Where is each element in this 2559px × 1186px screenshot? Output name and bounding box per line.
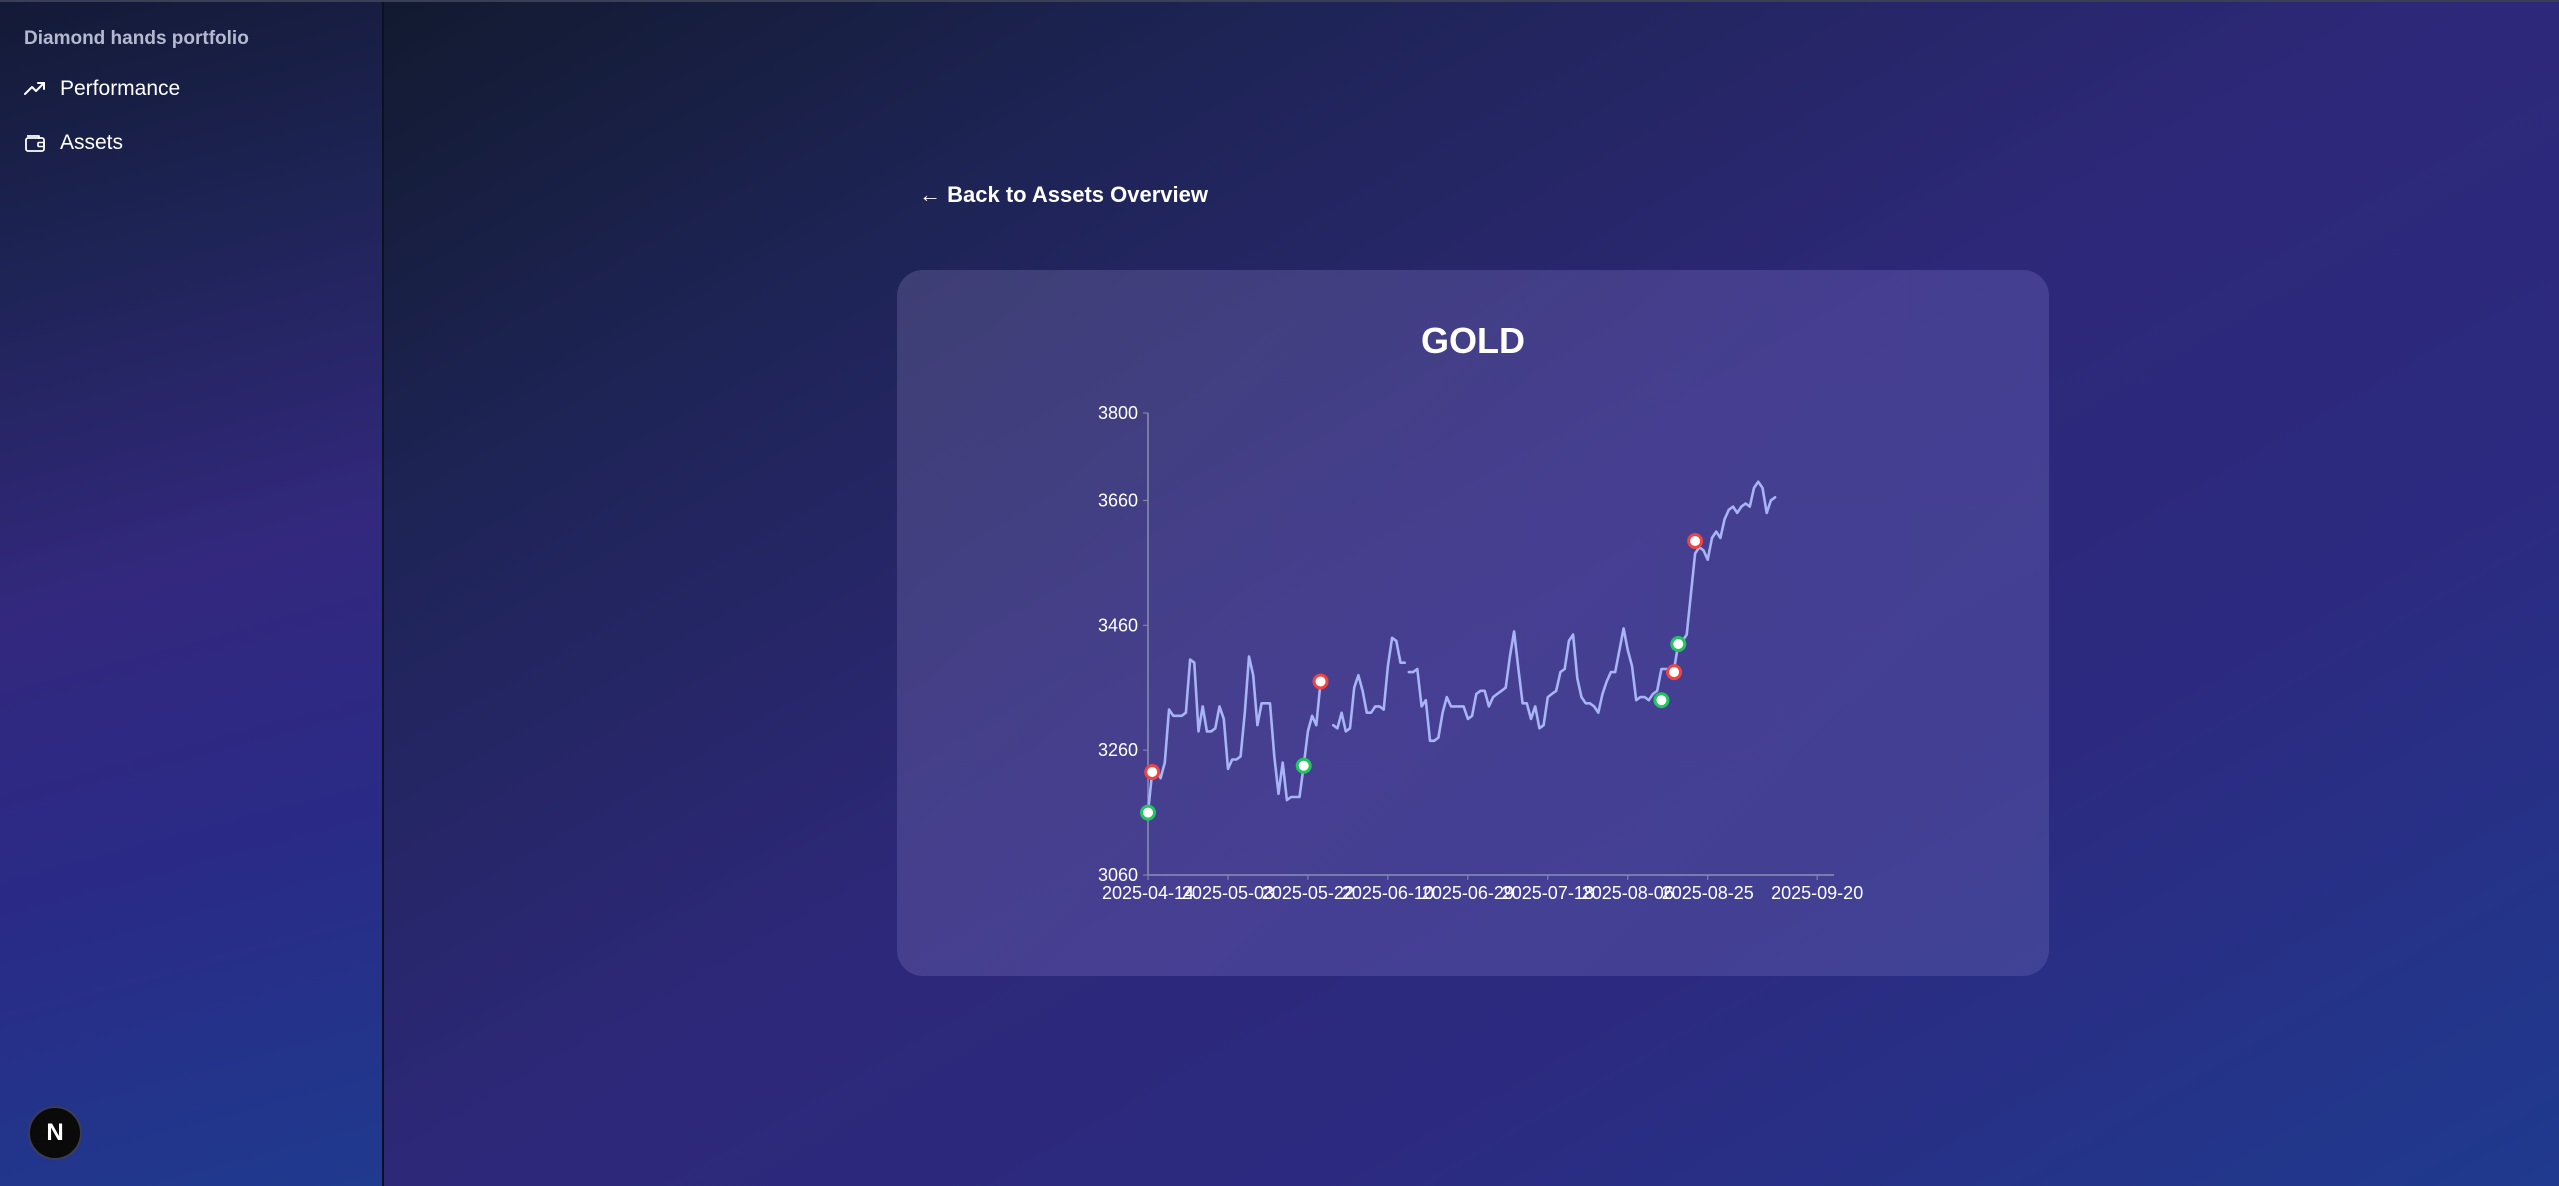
- sell-marker[interactable]: [1687, 532, 1704, 549]
- asset-chart-card: GOLD 3060 3260 3460 3660 3800 2025-04-14 2025-…: [897, 270, 2049, 976]
- x-tick-label: 2025-06-10: [1342, 883, 1434, 903]
- price-line-segment: [1331, 636, 1407, 733]
- price-line-segment: [1407, 480, 1777, 743]
- y-tick-label: 3800: [1098, 403, 1138, 423]
- price-chart: 3060 3260 3460 3660 3800 2025-04-142025-05-03…: [1098, 403, 1863, 903]
- x-tick-label: 2025-09-20: [1771, 883, 1863, 903]
- y-tick-label: 3460: [1098, 615, 1138, 635]
- wallet-icon: [24, 132, 50, 154]
- user-avatar[interactable]: N: [28, 1106, 82, 1160]
- buy-marker[interactable]: [1670, 636, 1687, 652]
- chart-markers: [1140, 532, 1704, 821]
- x-tick-label: 2025-08-06: [1582, 883, 1674, 903]
- x-tick-label: 2025-07-18: [1502, 883, 1594, 903]
- price-line-segment: [1146, 655, 1322, 814]
- x-tick-label: 2025-08-25: [1662, 883, 1754, 903]
- chart-axes: 3060 3260 3460 3660 3800 2025-04-142025-05-03…: [1098, 403, 1863, 903]
- sidebar-brand: Diamond hands portfolio: [24, 28, 249, 49]
- sidebar: Diamond hands portfolio Performance Asse…: [0, 2, 384, 1186]
- trending-up-icon: [24, 78, 50, 100]
- buy-marker[interactable]: [1140, 804, 1156, 821]
- sell-marker[interactable]: [1144, 763, 1161, 780]
- sidebar-item-label: Assets: [60, 131, 124, 154]
- x-tick-label: 2025-05-03: [1182, 883, 1274, 903]
- sidebar-item-performance[interactable]: Performance: [24, 71, 180, 107]
- x-tick-label: 2025-05-22: [1262, 883, 1354, 903]
- x-tick-label: 2025-06-29: [1422, 883, 1514, 903]
- sidebar-item-assets[interactable]: Assets: [24, 125, 123, 161]
- main-content: ← Back to Assets Overview GOLD 3060 3260 3…: [384, 2, 2559, 1186]
- sidebar-item-label: Performance: [60, 77, 181, 100]
- x-tick-label: 2025-04-14: [1102, 883, 1194, 903]
- sell-marker[interactable]: [1666, 664, 1683, 681]
- y-tick-label: 3260: [1098, 740, 1138, 760]
- y-tick-label: 3660: [1098, 490, 1138, 510]
- sell-marker[interactable]: [1312, 673, 1329, 690]
- buy-marker[interactable]: [1653, 692, 1670, 709]
- buy-marker[interactable]: [1295, 757, 1312, 774]
- back-to-assets-link[interactable]: ← Back to Assets Overview: [919, 182, 1208, 208]
- y-tick-label: 3060: [1098, 865, 1138, 885]
